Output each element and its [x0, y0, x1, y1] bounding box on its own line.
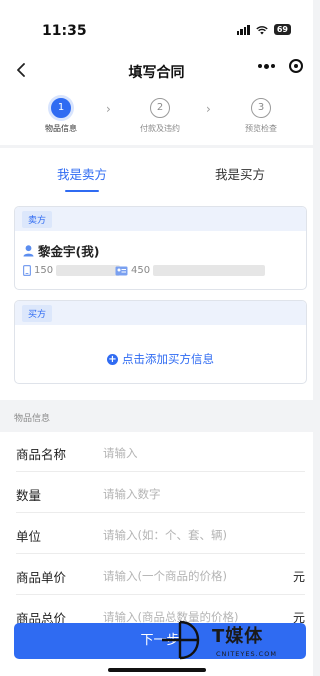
seller-tag: 卖方	[22, 211, 53, 228]
watermark: T媒体 CNITEYES.COM	[160, 616, 310, 664]
field-label: 数量	[16, 488, 42, 503]
currency-unit: 元	[292, 570, 305, 584]
tab-underline	[65, 190, 99, 192]
buyer-card-header: 买方	[15, 301, 306, 325]
watermark-logo	[162, 620, 200, 660]
step-1: 1 物品信息	[21, 98, 101, 134]
more-options-icon[interactable]	[258, 63, 275, 69]
field-label: 商品单价	[16, 570, 67, 585]
quantity-input[interactable]: 请输入数字	[103, 486, 161, 502]
progress-steps: 1 物品信息 › 2 付款及违约 › 3 预览检查	[0, 92, 313, 145]
chevron-right-icon: ›	[106, 102, 111, 116]
divider	[16, 594, 305, 595]
form-row-name: 商品名称 请输入	[0, 432, 313, 472]
divider	[16, 553, 305, 554]
form-row-unit-price: 商品单价 请输入(一个商品的价格) 元	[0, 555, 313, 595]
step-1-number: 1	[51, 98, 71, 118]
seller-name: 黎金宇(我)	[38, 244, 100, 259]
redacted-phone	[56, 265, 121, 276]
nav-bar: 填写合同	[0, 50, 313, 92]
wifi-icon	[256, 25, 268, 34]
step-3-number: 3	[251, 98, 271, 118]
seller-phone: 150	[34, 265, 54, 276]
form-row-quantity: 数量 请输入数字	[0, 473, 313, 513]
divider	[16, 471, 305, 472]
seller-id-row: 450	[115, 265, 266, 276]
plus-circle-icon: +	[107, 353, 118, 365]
unit-input[interactable]: 请输入(如：个、套、辆)	[103, 527, 227, 543]
redacted-id	[153, 265, 266, 276]
signal-icon	[236, 24, 250, 35]
add-buyer-button[interactable]: + 点击添加买方信息	[15, 351, 306, 367]
step-1-label: 物品信息	[45, 124, 77, 133]
status-time: 11:35	[42, 23, 87, 39]
watermark-site: CNITEYES.COM	[216, 650, 277, 658]
status-icons: 69	[236, 24, 291, 35]
seller-id-number: 450	[131, 265, 151, 276]
close-mini-program-icon[interactable]	[289, 59, 303, 73]
seller-phone-row: 150	[23, 265, 121, 276]
field-label: 单位	[16, 529, 42, 544]
step-2-label: 付款及违约	[140, 124, 180, 133]
status-bar: 11:35 69	[0, 0, 313, 50]
add-buyer-label: 点击添加买方信息	[122, 352, 214, 366]
id-card-icon	[115, 266, 128, 275]
step-3: 3 预览检查	[221, 98, 301, 134]
tab-buyer[interactable]: 我是买方	[162, 164, 318, 183]
unit-price-input[interactable]: 请输入(一个商品的价格)	[103, 568, 227, 584]
step-2-number: 2	[150, 98, 170, 118]
form-row-unit: 单位 请输入(如：个、套、辆)	[0, 514, 313, 554]
home-indicator	[108, 668, 206, 672]
divider	[16, 512, 305, 513]
watermark-brand: T媒体	[212, 626, 264, 647]
tab-seller[interactable]: 我是卖方	[4, 164, 160, 183]
item-info-section-label: 物品信息	[14, 414, 51, 424]
buyer-tag: 买方	[22, 305, 53, 322]
field-label: 商品名称	[16, 447, 67, 462]
user-icon	[23, 244, 34, 256]
step-3-label: 预览检查	[245, 124, 277, 133]
step-2: 2 付款及违约	[120, 98, 200, 134]
item-name-input[interactable]: 请输入	[103, 445, 138, 461]
role-tabs: 我是卖方 我是买方	[0, 148, 313, 196]
seller-name-row: 黎金宇(我)	[23, 241, 99, 260]
buyer-card[interactable]: 买方 + 点击添加买方信息	[14, 300, 307, 384]
phone-icon	[23, 265, 31, 276]
seller-card-header: 卖方	[15, 207, 306, 231]
parties-section: 卖方 黎金宇(我) 150 450 买方 + 点击添加买方信息	[0, 196, 313, 400]
mini-program-capsule	[258, 59, 303, 73]
seller-card[interactable]: 卖方 黎金宇(我) 150 450	[14, 206, 307, 290]
chevron-right-icon: ›	[206, 102, 211, 116]
battery-icon: 69	[273, 24, 291, 35]
